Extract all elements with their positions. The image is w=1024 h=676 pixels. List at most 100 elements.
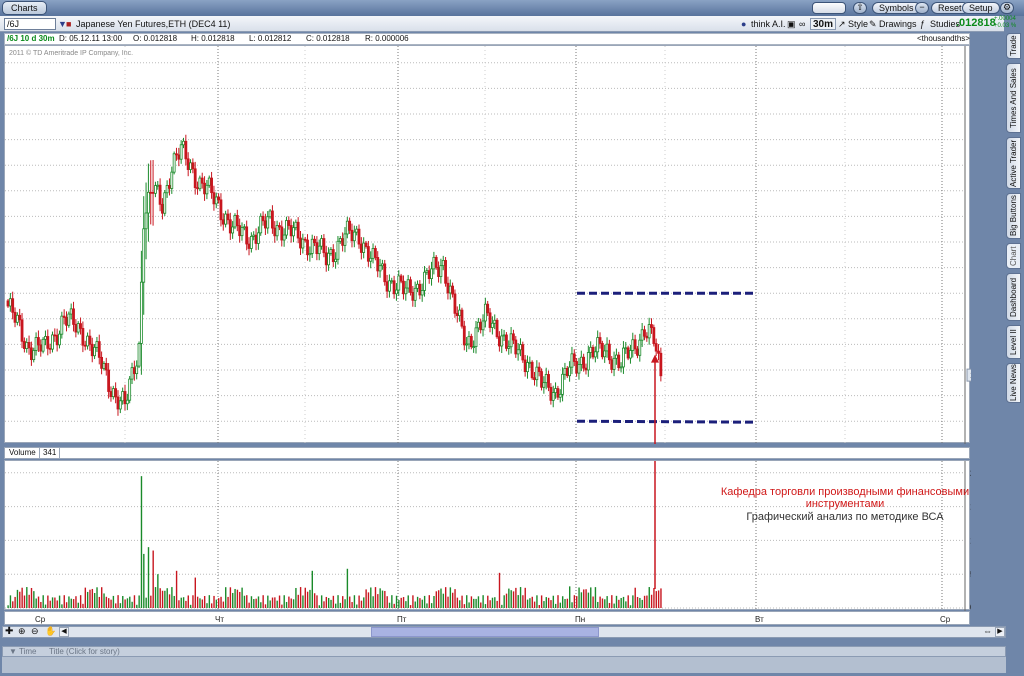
sidebar-tab-dashboard[interactable]: Dashboard bbox=[1006, 273, 1021, 321]
candle-body bbox=[357, 228, 361, 245]
drawings-button[interactable]: Drawings bbox=[876, 18, 920, 30]
time-axis-svg: Ср Чт Пт Пн Вт Ср bbox=[35, 615, 951, 624]
candle-body bbox=[441, 260, 445, 267]
candle-body bbox=[497, 336, 501, 347]
volume-bar bbox=[437, 590, 440, 608]
sidebar-tab-level-ii[interactable]: Level II bbox=[1006, 325, 1021, 359]
candle-body bbox=[645, 335, 649, 339]
layout-selector[interactable] bbox=[812, 2, 846, 14]
symbols-button[interactable]: Symbols bbox=[872, 2, 921, 14]
volume-bar bbox=[138, 595, 140, 608]
volume-bar bbox=[643, 595, 646, 608]
volume-bar bbox=[433, 596, 435, 608]
think-ai-button[interactable]: think A.I. bbox=[748, 18, 789, 30]
price-chart[interactable]: 2011 © TD Ameritrade IP Company, Inc. 12… bbox=[5, 46, 998, 444]
candle-body bbox=[170, 171, 174, 189]
date-label: D: 05.12.11 13:00 bbox=[59, 34, 123, 43]
news-time-column[interactable]: Time bbox=[19, 647, 36, 656]
setup-button[interactable]: Setup bbox=[962, 2, 1000, 14]
volume-bar bbox=[512, 591, 515, 608]
link-icon[interactable]: ∞ bbox=[796, 18, 808, 30]
candle-body bbox=[331, 249, 335, 263]
volume-bar bbox=[409, 605, 412, 608]
candle-body bbox=[249, 235, 253, 249]
volume-bar bbox=[278, 595, 281, 608]
candle-body bbox=[366, 246, 370, 262]
candle-body bbox=[453, 293, 457, 314]
candle-body bbox=[355, 228, 359, 233]
candle-body bbox=[467, 335, 471, 345]
candle-body bbox=[612, 357, 616, 370]
collapse-icon[interactable]: ⇧ bbox=[853, 2, 867, 14]
volume-bar bbox=[430, 603, 433, 608]
units-label: <thousandths> bbox=[917, 34, 970, 43]
candle-body bbox=[144, 212, 148, 230]
candle-body bbox=[481, 320, 485, 331]
scroll-right-icon[interactable]: ▶ bbox=[995, 627, 1005, 637]
candle-body bbox=[577, 364, 581, 374]
gear-icon[interactable]: ⚙ bbox=[1000, 2, 1014, 14]
candle-body bbox=[100, 356, 103, 369]
volume-bar bbox=[468, 602, 470, 608]
expand-icon[interactable]: ⇔ bbox=[983, 626, 992, 636]
sidebar-tab-chart[interactable]: Chart bbox=[1006, 243, 1021, 269]
tab-charts[interactable]: Charts bbox=[2, 1, 47, 15]
scrollbar-thumb[interactable] bbox=[371, 627, 599, 637]
candle-body bbox=[62, 315, 66, 318]
price-chart-panel[interactable]: 2011 © TD Ameritrade IP Company, Inc. 12… bbox=[4, 45, 998, 444]
symbol-input[interactable]: /6J bbox=[4, 18, 56, 30]
candle-body bbox=[427, 270, 431, 280]
candle-body bbox=[261, 215, 265, 222]
volume-bar bbox=[459, 600, 461, 608]
copyright-text: 2011 © TD Ameritrade IP Company, Inc. bbox=[9, 49, 133, 57]
volume-bar bbox=[391, 595, 393, 608]
volume-chart[interactable]: 20,00015,00010,0005,0000 bbox=[5, 461, 995, 612]
volume-bar bbox=[360, 600, 363, 608]
sidebar-tab-live-news[interactable]: Live News bbox=[1006, 363, 1021, 403]
candle-body bbox=[362, 242, 366, 253]
candle-body bbox=[186, 158, 190, 170]
candle-body bbox=[512, 333, 515, 341]
candle-body bbox=[540, 371, 543, 388]
volume-bar bbox=[590, 587, 592, 608]
volume-bar bbox=[428, 595, 430, 608]
zoom-out-icon[interactable]: ⊖ bbox=[31, 626, 39, 637]
pan-icon[interactable]: ✋ bbox=[45, 626, 56, 637]
volume-bar bbox=[152, 550, 154, 608]
candle-body bbox=[135, 365, 139, 375]
candle-body bbox=[385, 281, 389, 292]
candle-body bbox=[430, 268, 433, 280]
news-collapse-icon[interactable]: ▼ bbox=[9, 647, 17, 656]
candle-body bbox=[631, 339, 635, 351]
candle-body bbox=[296, 221, 300, 239]
candle-body bbox=[233, 214, 237, 228]
sidebar-tab-active-trader[interactable]: Active Trader bbox=[1006, 137, 1021, 189]
candle-body bbox=[6, 300, 10, 307]
sidebar-tab-times-and-sales[interactable]: Times And Sales bbox=[1006, 63, 1021, 133]
candle-body bbox=[226, 213, 230, 221]
volume-bar bbox=[72, 599, 75, 608]
candle-body bbox=[409, 279, 412, 293]
volume-bar bbox=[129, 596, 131, 608]
timeframe-button[interactable]: 30m bbox=[810, 18, 837, 30]
candle-body bbox=[369, 257, 373, 262]
sidebar-tab-trade[interactable]: Trade bbox=[1006, 33, 1021, 59]
volume-bar bbox=[522, 595, 524, 608]
candle-body bbox=[242, 226, 246, 229]
candle-body bbox=[179, 144, 183, 160]
candle-body bbox=[114, 388, 118, 398]
zoom-in-icon[interactable]: ⊕ bbox=[18, 626, 26, 637]
crosshair-icon[interactable]: ✚ bbox=[5, 626, 13, 637]
volume-bar bbox=[239, 591, 241, 608]
scroll-left-icon[interactable]: ◀ bbox=[59, 627, 69, 637]
candle-body bbox=[526, 362, 529, 373]
news-title-column[interactable]: Title (Click for story) bbox=[49, 647, 120, 656]
sidebar-tab-big-buttons[interactable]: Big Buttons bbox=[1006, 193, 1021, 239]
candle-body bbox=[48, 347, 52, 350]
volume-chart-panel[interactable]: 20,00015,00010,0005,0000 bbox=[4, 460, 995, 612]
minus-icon[interactable]: − bbox=[915, 2, 929, 14]
volume-bar bbox=[611, 595, 613, 608]
volume-bar bbox=[171, 587, 173, 608]
volume-bar bbox=[178, 600, 180, 608]
candle-body bbox=[619, 366, 623, 369]
